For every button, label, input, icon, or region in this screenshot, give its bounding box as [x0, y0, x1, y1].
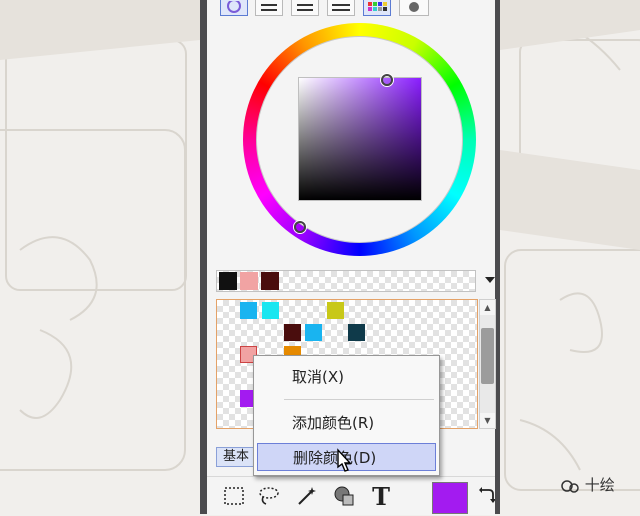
wechat-icon	[561, 479, 579, 493]
foreground-color-swatch[interactable]	[432, 482, 468, 514]
scrollbar-thumb[interactable]	[481, 328, 494, 384]
recent-color-swatch[interactable]	[240, 272, 258, 290]
grid-color-swatch[interactable]	[262, 302, 279, 319]
text-tool-icon[interactable]: T	[368, 484, 394, 510]
grid-color-swatch[interactable]	[305, 324, 322, 341]
recent-color-swatch[interactable]	[219, 272, 237, 290]
grid-color-swatch[interactable]	[284, 324, 301, 341]
menu-item-add-color[interactable]: 添加颜色(R)	[254, 409, 439, 437]
palette-list-mode-button[interactable]	[327, 0, 355, 16]
mouse-pointer-icon	[337, 448, 352, 472]
dropdown-arrow-icon[interactable]	[485, 277, 495, 283]
menu-item-cancel[interactable]: 取消(X)	[254, 363, 439, 391]
magic-wand-icon[interactable]	[294, 484, 320, 510]
swap-colors-icon[interactable]	[476, 484, 496, 510]
shape-tool-icon[interactable]	[331, 484, 357, 510]
tab-basic[interactable]: 基本	[216, 447, 256, 467]
rgb-sliders-mode-button[interactable]	[255, 0, 283, 16]
menu-separator	[284, 399, 434, 400]
lasso-icon[interactable]	[256, 484, 282, 510]
color-wheel-mode-button[interactable]	[220, 0, 248, 16]
watermark: 十绘	[560, 474, 615, 495]
scroll-up-icon[interactable]: ▲	[480, 300, 495, 315]
grid-color-swatch[interactable]	[348, 324, 365, 341]
hue-picker-handle[interactable]	[294, 221, 306, 233]
grid-color-swatch[interactable]	[327, 302, 344, 319]
swatch-grid-mode-button[interactable]	[363, 0, 391, 16]
watermark-text: 十绘	[584, 476, 615, 494]
saturation-value-square[interactable]	[298, 77, 422, 201]
color-mixer-mode-button[interactable]	[399, 0, 429, 16]
sv-picker-handle[interactable]	[381, 74, 393, 86]
grid-color-swatch[interactable]	[240, 302, 257, 319]
recent-color-swatch[interactable]	[261, 272, 279, 290]
hsv-sliders-mode-button[interactable]	[291, 0, 319, 16]
rect-select-icon[interactable]	[221, 484, 247, 510]
swatch-grid-scrollbar[interactable]: ▲ ▼	[479, 299, 496, 429]
scroll-down-icon[interactable]: ▼	[480, 413, 495, 428]
